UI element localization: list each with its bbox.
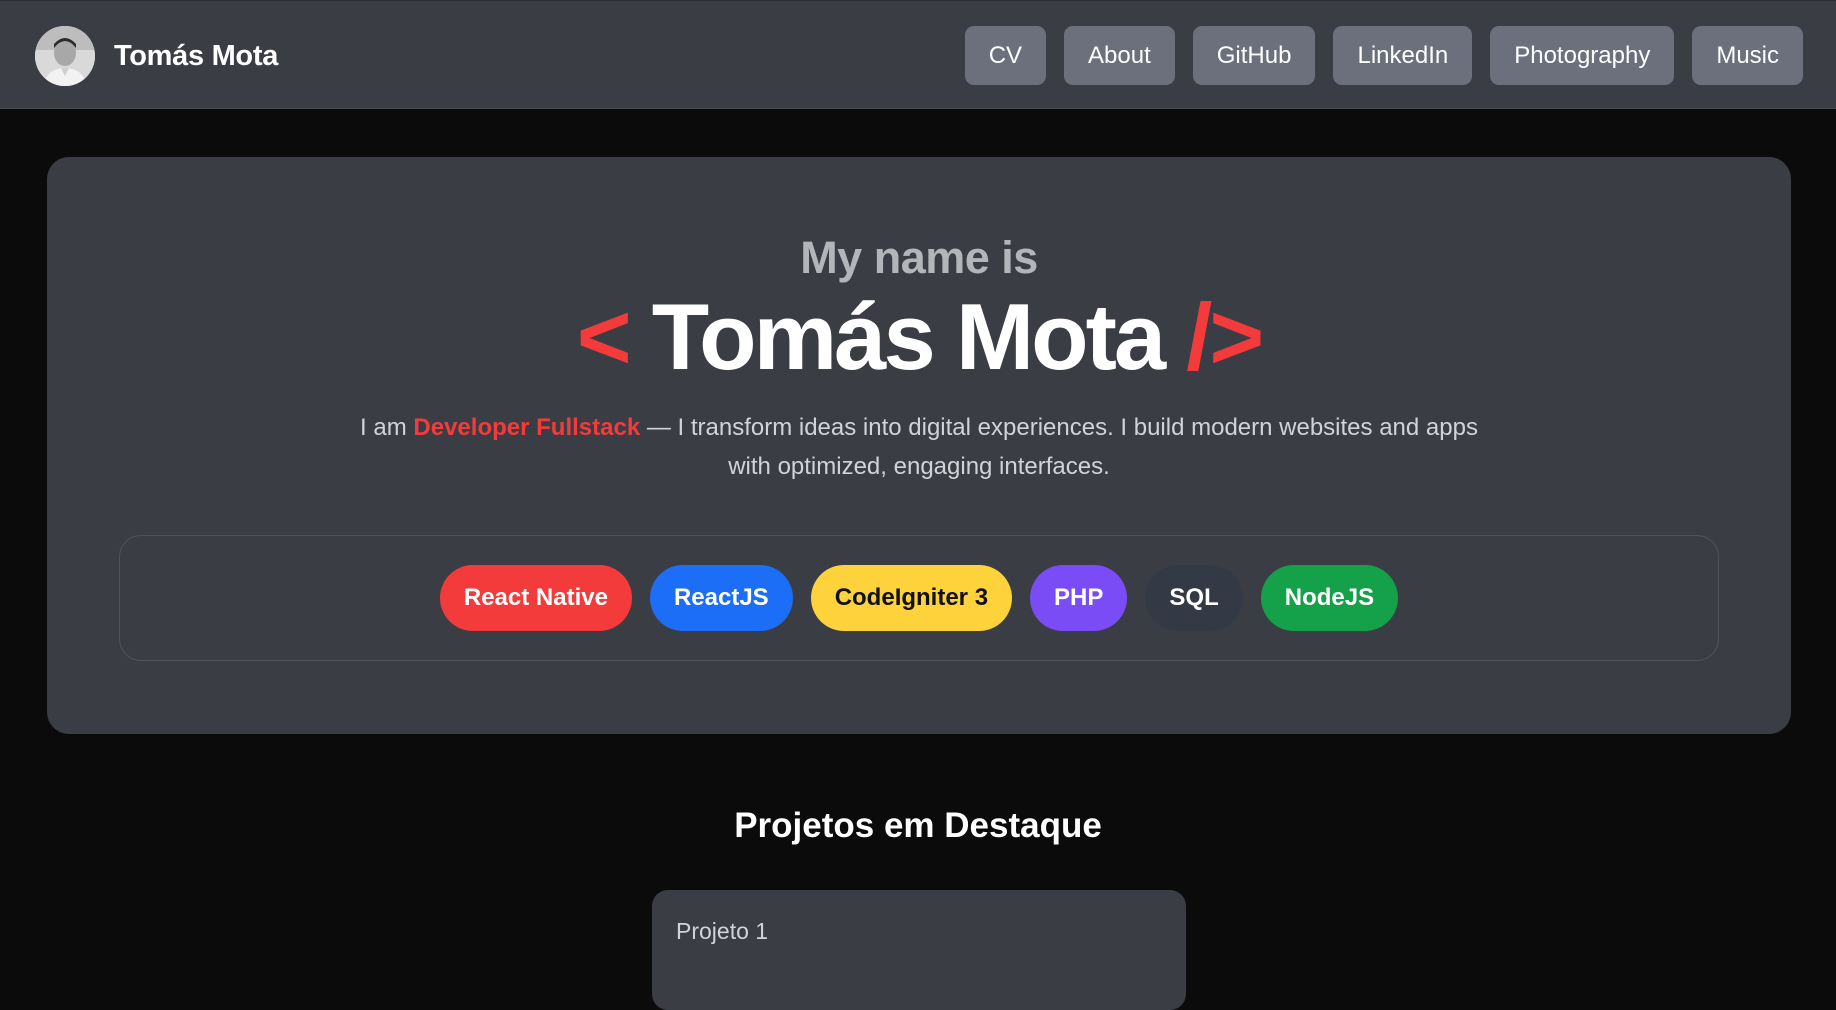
avatar <box>35 26 95 86</box>
nav-github-button[interactable]: GitHub <box>1192 26 1316 85</box>
nav-photography-button[interactable]: Photography <box>1490 26 1675 85</box>
intro-role: Developer Fullstack <box>413 414 641 441</box>
projects-title: Projetos em Destaque <box>734 806 1102 845</box>
tag-nodejs: NodeJS <box>1260 565 1399 631</box>
hero-card: My name is < Tomás Mota /> I am Develope… <box>47 157 1791 734</box>
tag-sql: SQL <box>1145 565 1243 631</box>
tech-tags: React Native ReactJS CodeIgniter 3 PHP S… <box>119 535 1719 661</box>
hero-headline: < Tomás Mota /> <box>47 285 1791 388</box>
nav-about-button[interactable]: About <box>1064 26 1175 85</box>
intro-prefix: I am <box>360 414 407 441</box>
hero-intro: I am Developer Fullstack — I transform i… <box>337 408 1501 486</box>
tag-reactjs: ReactJS <box>649 565 793 631</box>
tag-php: PHP <box>1030 565 1128 631</box>
hero-kicker: My name is <box>800 232 1038 283</box>
project-card[interactable]: Projeto 1 <box>652 890 1186 1010</box>
nav-linkedin-button[interactable]: LinkedIn <box>1333 26 1473 85</box>
nav-music-button[interactable]: Music <box>1692 26 1803 85</box>
brand-name: Tomás Mota <box>114 39 279 72</box>
tag-react-native: React Native <box>439 565 632 631</box>
brand-link[interactable]: Tomás Mota <box>35 25 278 87</box>
hero-name: Tomás Mota <box>651 284 1166 389</box>
main-nav: CV About GitHub LinkedIn Photography Mus… <box>964 26 1803 85</box>
project-title: Projeto 1 <box>676 918 769 944</box>
intro-suffix: — I transform ideas into digital experie… <box>646 414 1478 480</box>
profile-photo-icon <box>35 26 95 86</box>
open-bracket: < <box>576 284 632 389</box>
tag-codeigniter: CodeIgniter 3 <box>810 565 1013 631</box>
nav-cv-button[interactable]: CV <box>964 26 1047 85</box>
close-bracket: /> <box>1186 284 1264 389</box>
top-navbar: Tomás Mota CV About GitHub LinkedIn Phot… <box>0 0 1836 109</box>
